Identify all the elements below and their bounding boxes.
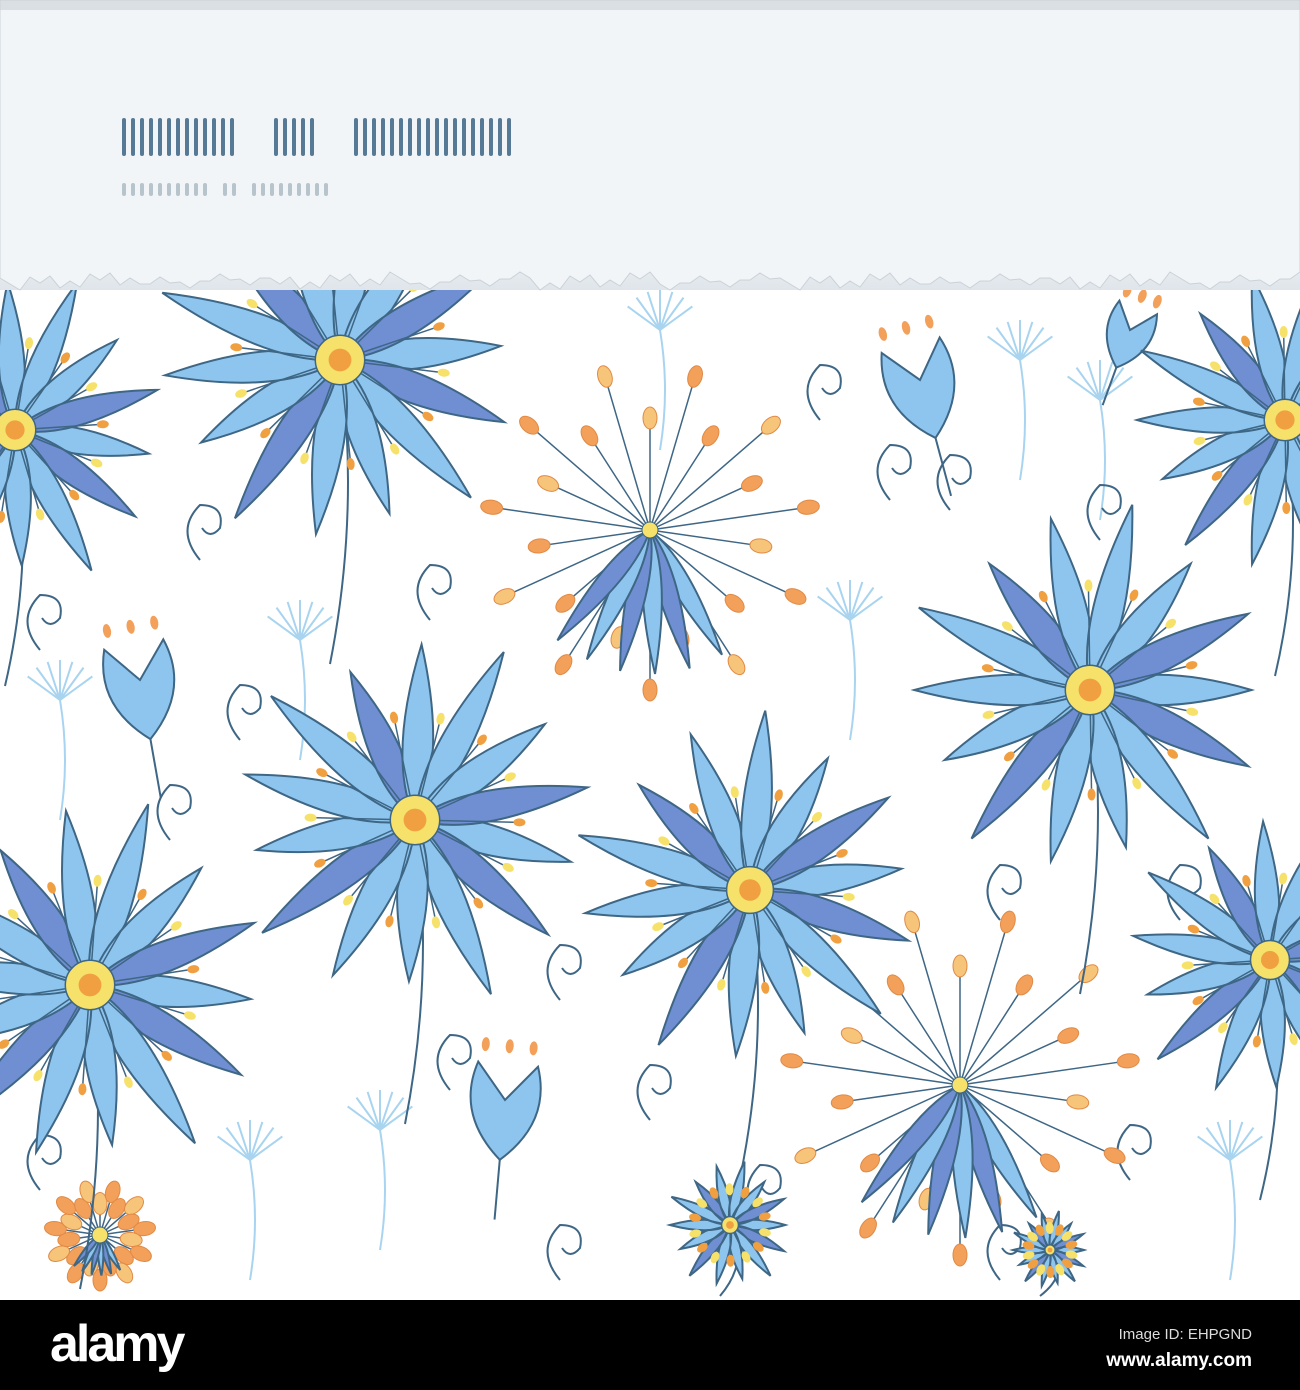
blue-flower-icon <box>1129 817 1300 1201</box>
orange-burst-flower-icon <box>44 1180 156 1292</box>
blue-flower-icon <box>0 278 162 687</box>
swirl-icon <box>546 943 582 1001</box>
orange-burst-flower-icon <box>480 365 820 702</box>
swirl-icon <box>546 1223 582 1281</box>
pale-stem-icon <box>987 320 1053 481</box>
flower-bud-icon <box>1101 283 1162 406</box>
header-title-placeholder <box>122 118 511 156</box>
pale-stem-icon <box>1197 1120 1263 1281</box>
dash-group <box>354 118 511 156</box>
flower-bud-icon <box>102 615 176 799</box>
paper-shadow <box>0 0 1300 10</box>
pale-stem-icon <box>217 1120 283 1281</box>
pale-stem-icon <box>1067 360 1133 521</box>
dash-group <box>122 183 207 196</box>
swirl-icon <box>436 1033 472 1091</box>
flowers-layer <box>0 171 1300 1297</box>
swirl-icon <box>26 593 62 651</box>
swirl-icon <box>156 783 192 841</box>
flower-bud-icon <box>878 314 956 497</box>
swirl-icon <box>416 563 452 621</box>
header-subtitle-placeholder <box>122 183 328 196</box>
swirl-icon <box>226 683 262 741</box>
swirl-icon <box>986 863 1022 921</box>
swirl-icon <box>186 503 222 561</box>
blue-flower-icon <box>241 640 592 1125</box>
swirl-icon <box>876 443 912 501</box>
blue-flower-icon <box>578 710 913 1179</box>
dash-group <box>274 118 314 156</box>
swirl-icon <box>26 1133 62 1191</box>
pale-stem-icon <box>27 660 93 821</box>
footer-bar: alamy Image ID: EHPGND www.alamy.com <box>0 1300 1300 1390</box>
swirl-icon <box>636 1063 672 1121</box>
blue-flower-icon <box>1009 1210 1088 1297</box>
dash-group <box>223 183 236 196</box>
dash-group <box>122 118 234 156</box>
pale-stem-icon <box>627 290 693 451</box>
blue-flower-icon <box>665 1161 789 1297</box>
flower-bud-icon <box>469 1037 542 1220</box>
pale-stem-icon <box>347 1090 413 1251</box>
pale-stem-icon <box>817 580 883 741</box>
image-id: Image ID: EHPGND <box>1118 1326 1252 1343</box>
swirl-icon <box>806 363 842 421</box>
website-link[interactable]: www.alamy.com <box>1106 1350 1252 1372</box>
dash-group <box>252 183 328 196</box>
alamy-logo[interactable]: alamy <box>50 1314 185 1374</box>
